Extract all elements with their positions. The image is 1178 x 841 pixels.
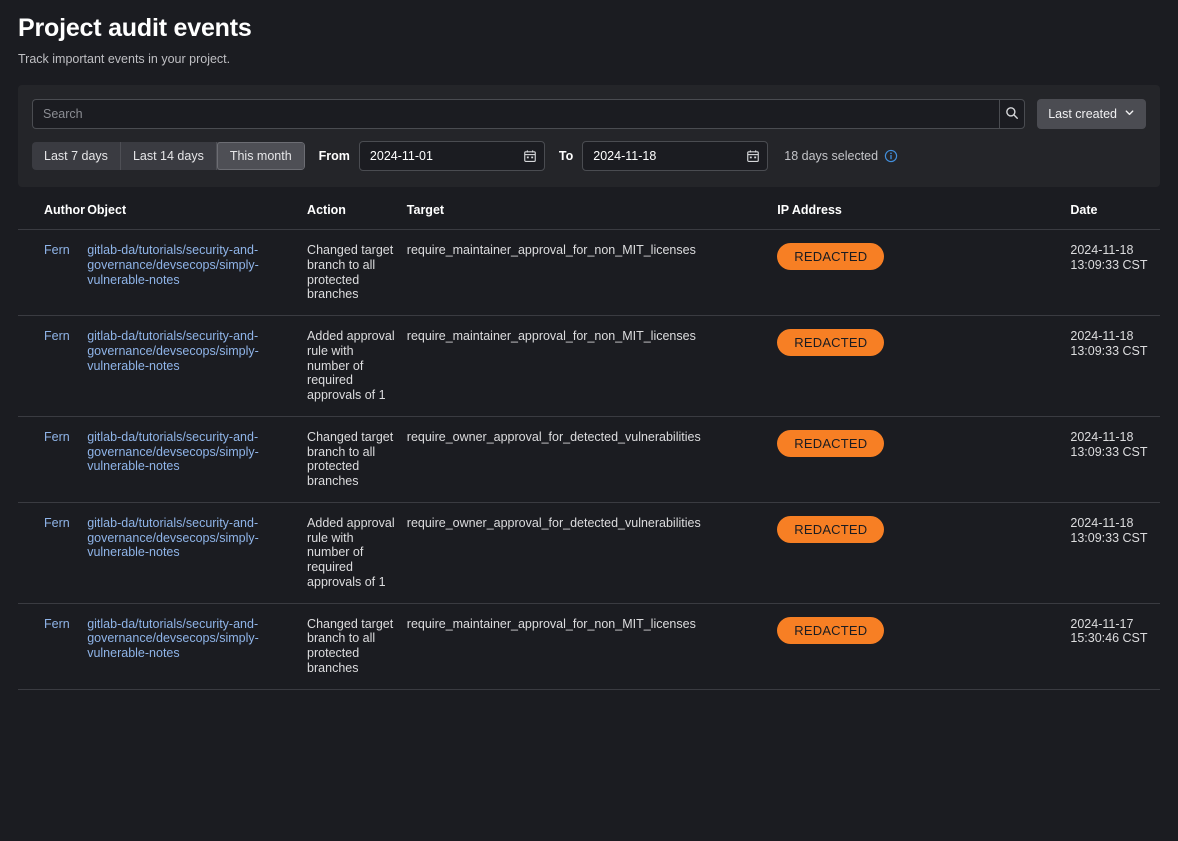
cell-date: 2024-11-18 13:09:33 CST xyxy=(1070,502,1160,603)
cell-action: Changed target branch to all protected b… xyxy=(307,230,407,316)
cell-author: Fern xyxy=(18,316,87,417)
cell-author: Fern xyxy=(18,230,87,316)
table-row: Fern gitlab-da/tutorials/security-and-go… xyxy=(18,316,1160,417)
author-link[interactable]: Fern xyxy=(44,617,70,631)
cell-date: 2024-11-18 13:09:33 CST xyxy=(1070,230,1160,316)
sort-dropdown-button[interactable]: Last created xyxy=(1037,99,1146,129)
column-header-author: Author xyxy=(18,189,87,230)
audit-events-table-wrap: Author Object Action Target IP Address D… xyxy=(18,187,1160,690)
info-icon[interactable] xyxy=(884,149,898,163)
cell-object: gitlab-da/tutorials/security-and-governa… xyxy=(87,230,307,316)
cell-date: 2024-11-17 15:30:46 CST xyxy=(1070,603,1160,689)
cell-object: gitlab-da/tutorials/security-and-governa… xyxy=(87,416,307,502)
cell-author: Fern xyxy=(18,603,87,689)
column-header-date: Date xyxy=(1070,189,1160,230)
column-header-target: Target xyxy=(407,189,777,230)
page-header: Project audit events Track important eve… xyxy=(0,0,1178,67)
author-link[interactable]: Fern xyxy=(44,243,70,257)
cell-object: gitlab-da/tutorials/security-and-governa… xyxy=(87,316,307,417)
preset-this-month[interactable]: This month xyxy=(217,142,305,170)
page-subtitle: Track important events in your project. xyxy=(18,51,1160,67)
table-row: Fern gitlab-da/tutorials/security-and-go… xyxy=(18,416,1160,502)
column-header-ip-address: IP Address xyxy=(777,189,1070,230)
column-header-object: Object xyxy=(87,189,307,230)
date-preset-group: Last 7 days Last 14 days This month xyxy=(32,142,305,170)
cell-ip-address: REDACTED xyxy=(777,502,1070,603)
cell-ip-address: REDACTED xyxy=(777,416,1070,502)
object-link[interactable]: gitlab-da/tutorials/security-and-governa… xyxy=(87,617,259,661)
cell-object: gitlab-da/tutorials/security-and-governa… xyxy=(87,502,307,603)
cell-object: gitlab-da/tutorials/security-and-governa… xyxy=(87,603,307,689)
table-header-row: Author Object Action Target IP Address D… xyxy=(18,189,1160,230)
date-filter-row: Last 7 days Last 14 days This month From xyxy=(32,141,1146,171)
cell-date: 2024-11-18 13:09:33 CST xyxy=(1070,316,1160,417)
cell-ip-address: REDACTED xyxy=(777,230,1070,316)
cell-date: 2024-11-18 13:09:33 CST xyxy=(1070,416,1160,502)
audit-events-table: Author Object Action Target IP Address D… xyxy=(18,189,1160,690)
table-head: Author Object Action Target IP Address D… xyxy=(18,189,1160,230)
cell-target: require_owner_approval_for_detected_vuln… xyxy=(407,416,777,502)
cell-action: Changed target branch to all protected b… xyxy=(307,416,407,502)
search-row: Last created xyxy=(32,99,1146,129)
object-link[interactable]: gitlab-da/tutorials/security-and-governa… xyxy=(87,430,259,474)
cell-target: require_maintainer_approval_for_non_MIT_… xyxy=(407,316,777,417)
cell-target: require_owner_approval_for_detected_vuln… xyxy=(407,502,777,603)
author-link[interactable]: Fern xyxy=(44,329,70,343)
object-link[interactable]: gitlab-da/tutorials/security-and-governa… xyxy=(87,516,259,560)
object-link[interactable]: gitlab-da/tutorials/security-and-governa… xyxy=(87,243,259,287)
page-title: Project audit events xyxy=(18,14,1160,43)
table-body: Fern gitlab-da/tutorials/security-and-go… xyxy=(18,230,1160,690)
author-link[interactable]: Fern xyxy=(44,430,70,444)
column-header-action: Action xyxy=(307,189,407,230)
table-row: Fern gitlab-da/tutorials/security-and-go… xyxy=(18,603,1160,689)
days-selected-label: 18 days selected xyxy=(784,149,878,163)
to-date-field xyxy=(582,141,768,171)
cell-action: Added approval rule with number of requi… xyxy=(307,502,407,603)
chevron-down-icon xyxy=(1124,107,1135,121)
sort-dropdown-label: Last created xyxy=(1048,107,1117,121)
search-icon xyxy=(1005,106,1019,123)
days-selected-status: 18 days selected xyxy=(784,149,898,163)
to-label: To xyxy=(559,149,573,163)
status-badge: REDACTED xyxy=(777,516,884,543)
cell-author: Fern xyxy=(18,416,87,502)
status-badge: REDACTED xyxy=(777,430,884,457)
from-date-input[interactable] xyxy=(359,141,545,171)
cell-target: require_maintainer_approval_for_non_MIT_… xyxy=(407,230,777,316)
table-row: Fern gitlab-da/tutorials/security-and-go… xyxy=(18,230,1160,316)
search-button[interactable] xyxy=(999,99,1025,129)
status-badge: REDACTED xyxy=(777,243,884,270)
cell-author: Fern xyxy=(18,502,87,603)
search-input[interactable] xyxy=(32,99,999,129)
status-badge: REDACTED xyxy=(777,329,884,356)
cell-action: Changed target branch to all protected b… xyxy=(307,603,407,689)
from-label: From xyxy=(319,149,350,163)
preset-last-14-days[interactable]: Last 14 days xyxy=(121,142,217,170)
from-date-field xyxy=(359,141,545,171)
search-group xyxy=(32,99,1025,129)
filter-card: Last created Last 7 days Last 14 days Th… xyxy=(18,85,1160,187)
object-link[interactable]: gitlab-da/tutorials/security-and-governa… xyxy=(87,329,259,373)
cell-target: require_maintainer_approval_for_non_MIT_… xyxy=(407,603,777,689)
preset-last-7-days[interactable]: Last 7 days xyxy=(32,142,121,170)
status-badge: REDACTED xyxy=(777,617,884,644)
table-row: Fern gitlab-da/tutorials/security-and-go… xyxy=(18,502,1160,603)
author-link[interactable]: Fern xyxy=(44,516,70,530)
audit-events-page: Project audit events Track important eve… xyxy=(0,0,1178,841)
cell-action: Added approval rule with number of requi… xyxy=(307,316,407,417)
cell-ip-address: REDACTED xyxy=(777,603,1070,689)
cell-ip-address: REDACTED xyxy=(777,316,1070,417)
to-date-input[interactable] xyxy=(582,141,768,171)
